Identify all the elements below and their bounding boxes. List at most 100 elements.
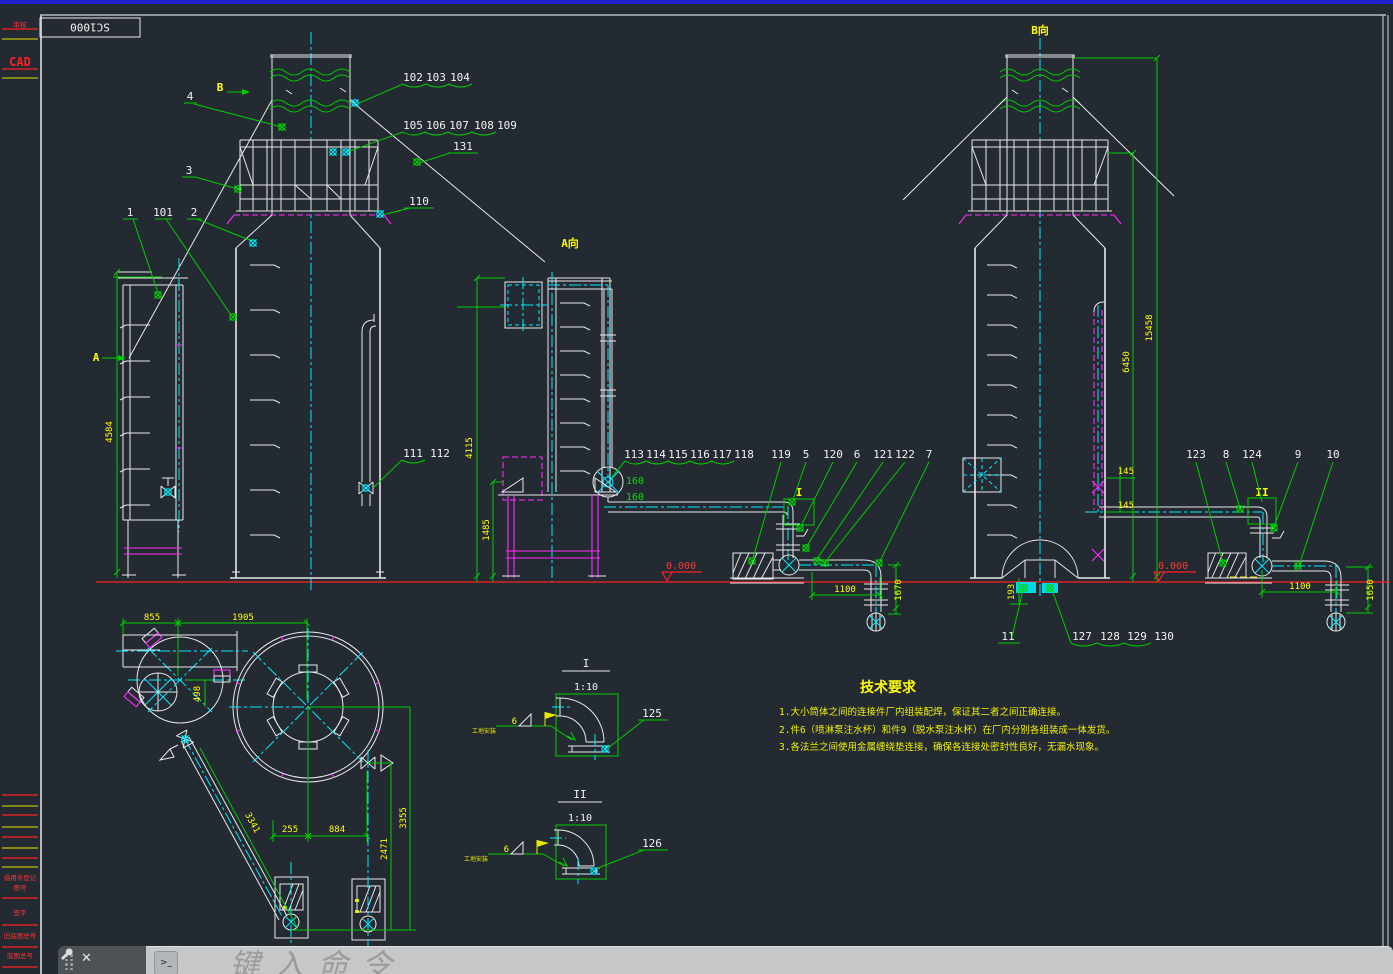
svg-text:130: 130 — [1154, 630, 1174, 643]
drawing-canvas[interactable]: SC1000 审核 CAD 借用件登记 图号 签字 旧底图总号 底图总号 — [0, 0, 1393, 974]
svg-text:113: 113 — [624, 448, 644, 461]
svg-text:1100: 1100 — [834, 585, 856, 595]
svg-text:103: 103 — [426, 71, 446, 84]
detail-2-label: II — [573, 788, 586, 801]
b-view-detail-marker: II — [1255, 486, 1268, 499]
command-input-area[interactable]: >_ 键入命令 — [146, 946, 1393, 974]
svg-text:1485: 1485 — [482, 519, 492, 541]
svg-text:121: 121 — [873, 448, 893, 461]
svg-text:124: 124 — [1242, 448, 1262, 461]
svg-text:1650: 1650 — [1366, 579, 1376, 601]
tech-title: 技术要求 — [860, 679, 917, 696]
svg-text:1670: 1670 — [894, 579, 904, 601]
pipe-dn-label: 160 — [626, 476, 644, 487]
svg-text:255: 255 — [282, 825, 298, 835]
svg-text:109: 109 — [497, 119, 517, 132]
close-icon[interactable]: ✕ — [81, 951, 92, 966]
svg-text:145: 145 — [1118, 501, 1134, 511]
side-strip-item: 借用件登记 — [4, 873, 37, 882]
svg-text:0.000: 0.000 — [666, 561, 696, 572]
detail-1-weld-size: 6 — [512, 717, 517, 727]
svg-text:6: 6 — [854, 448, 861, 461]
svg-text:11: 11 — [1001, 630, 1014, 643]
svg-text:5: 5 — [803, 448, 810, 461]
side-strip-cad-label: CAD — [9, 55, 31, 69]
svg-text:498: 498 — [193, 686, 203, 702]
svg-text:2: 2 — [191, 206, 198, 219]
b-direction-view: B向 — [903, 23, 1376, 646]
b-view-level-datum: 0.000 — [1154, 561, 1196, 581]
svg-text:193: 193 — [1007, 584, 1017, 600]
svg-text:111: 111 — [403, 447, 423, 460]
svg-text:10: 10 — [1326, 448, 1339, 461]
front-callouts: 4 102 103 104 105 106 107 108 109 131 3 — [123, 71, 517, 488]
detail-1-callout: 125 — [642, 707, 662, 720]
pipe-dn-label: 160 — [626, 492, 644, 503]
svg-text:0.000: 0.000 — [1158, 561, 1188, 572]
drawing-number: SC1000 — [70, 21, 110, 34]
side-strip-item: 旧底图总号 — [4, 931, 37, 940]
b-view-dims: 15458 6450 145 145 1100 1650 193 — [1007, 55, 1376, 613]
b-view-title: B向 — [1031, 23, 1049, 37]
side-strip-item: 签字 — [14, 908, 28, 917]
svg-text:112: 112 — [430, 447, 450, 460]
tech-item: 1.大小筒体之间的连接件厂内组装配焊，保证其二者之间正确连接。 — [779, 706, 1066, 718]
b-view-callouts: 123 8 124 9 10 11 127 128 129 130 — [998, 448, 1340, 646]
svg-text:1100: 1100 — [1289, 582, 1311, 592]
front-dir-a-label: A — [93, 351, 100, 364]
command-bar: ✕ >_ 键入命令 — [58, 946, 1393, 974]
side-strip-top-label-1: 审核 — [14, 20, 28, 29]
cad-application-window: SC1000 审核 CAD 借用件登记 图号 签字 旧底图总号 底图总号 — [0, 0, 1393, 974]
a-direction-view: A向 — [457, 236, 932, 631]
drawing-frame: SC1000 — [40, 15, 1388, 974]
detail-1-weld-note: 工地安装 — [472, 727, 496, 735]
svg-text:116: 116 — [690, 448, 710, 461]
svg-text:131: 131 — [453, 140, 473, 153]
svg-text:15458: 15458 — [1145, 314, 1155, 341]
detail-1-label: I — [583, 657, 590, 670]
svg-text:127: 127 — [1072, 630, 1092, 643]
detail-view-2: II 1:10 126 6 工地安装 — [464, 788, 668, 884]
svg-text:8: 8 — [1223, 448, 1230, 461]
svg-text:120: 120 — [823, 448, 843, 461]
detail-2-weld-note: 工地安装 — [464, 855, 488, 863]
a-view-title: A向 — [561, 236, 579, 250]
side-strip: 审核 CAD 借用件登记 图号 签字 旧底图总号 底图总号 — [2, 20, 38, 967]
plan-dim: 855 — [144, 613, 160, 623]
tech-item: 3.各法兰之间使用金属缠绕垫连接，确保各连接处密封性良好，无漏水现象。 — [779, 741, 1104, 753]
svg-text:129: 129 — [1127, 630, 1147, 643]
svg-text:2471: 2471 — [380, 838, 390, 860]
svg-text:105: 105 — [403, 119, 423, 132]
svg-text:119: 119 — [771, 448, 791, 461]
command-prompt-icon[interactable]: >_ — [154, 951, 178, 974]
plan-dim: 1905 — [232, 613, 254, 623]
command-input-placeholder[interactable]: 键入命令 — [230, 951, 406, 974]
svg-text:101: 101 — [153, 206, 173, 219]
plan-top-view: 855 1905 — [116, 613, 416, 968]
svg-text:118: 118 — [734, 448, 754, 461]
svg-text:1: 1 — [127, 206, 134, 219]
svg-text:115: 115 — [668, 448, 688, 461]
side-strip-item: 底图总号 — [7, 951, 34, 960]
svg-text:106: 106 — [426, 119, 446, 132]
plan-dims: 498 3341 255 884 2471 3355 — [186, 680, 416, 930]
detail-2-scale: 1:10 — [568, 813, 592, 824]
svg-text:145: 145 — [1118, 467, 1134, 477]
svg-text:3355: 3355 — [399, 807, 409, 829]
side-strip-item: 图号 — [14, 884, 28, 892]
svg-text:4115: 4115 — [465, 437, 475, 459]
svg-text:122: 122 — [895, 448, 915, 461]
svg-text:7: 7 — [926, 448, 933, 461]
front-dim-4584: 4584 — [105, 269, 162, 578]
svg-text:3: 3 — [186, 164, 193, 177]
command-bar-grip[interactable]: ✕ — [58, 946, 146, 974]
svg-text:9: 9 — [1295, 448, 1302, 461]
detail-2-callout: 126 — [642, 837, 662, 850]
detail-1-scale: 1:10 — [574, 682, 598, 693]
svg-text:117: 117 — [712, 448, 732, 461]
svg-text:110: 110 — [409, 195, 429, 208]
a-view-level-datum: 0.000 — [662, 561, 702, 581]
svg-text:114: 114 — [646, 448, 666, 461]
svg-text:123: 123 — [1186, 448, 1206, 461]
svg-text:128: 128 — [1100, 630, 1120, 643]
